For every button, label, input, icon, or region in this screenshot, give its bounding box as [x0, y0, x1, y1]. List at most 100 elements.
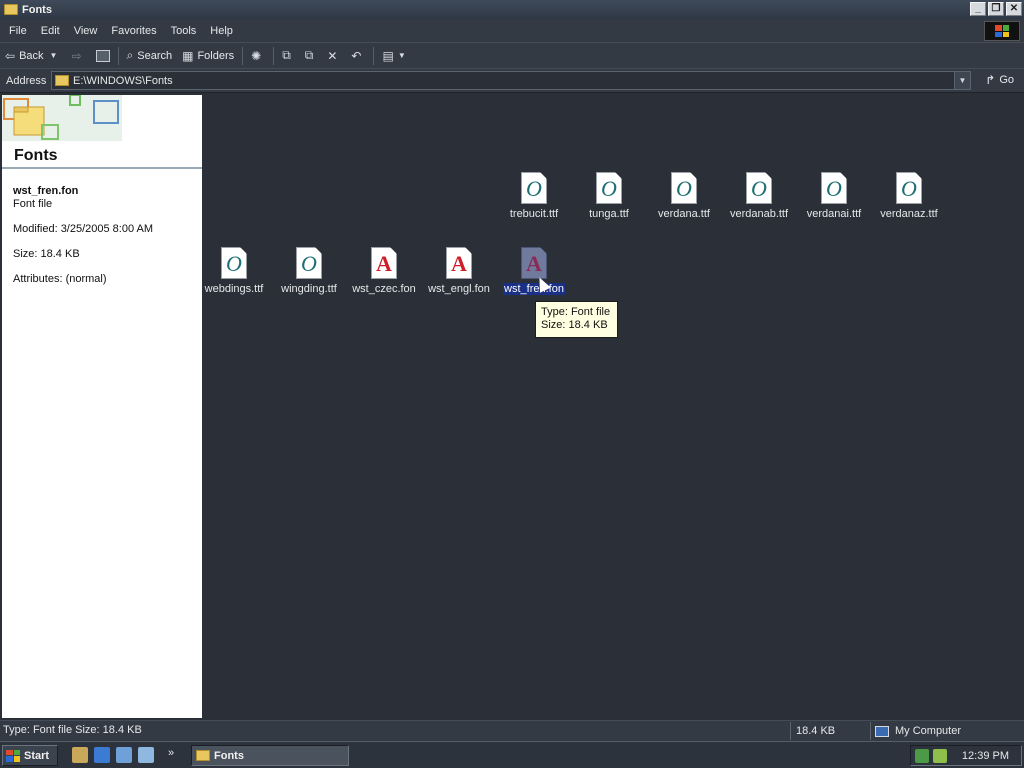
file-item[interactable]: A wst_engl.fon — [421, 247, 497, 295]
outlook-express-icon[interactable] — [116, 747, 132, 763]
move-to-button[interactable]: ⧉ — [277, 45, 300, 67]
file-item[interactable]: O webdings.ttf — [196, 247, 272, 295]
windows-flag-icon — [6, 749, 20, 762]
font-glyph: O — [826, 176, 842, 201]
go-button[interactable]: ↱ Go — [985, 73, 1014, 87]
fon-font-icon: A — [521, 247, 547, 279]
status-size: 18.4 KB — [790, 722, 870, 740]
file-list-view[interactable]: O trebucit.ttf O tunga.ttf O verdana.ttf… — [203, 95, 1024, 718]
ttf-font-icon: O — [896, 172, 922, 204]
file-item[interactable]: O wingding.ttf — [271, 247, 347, 295]
file-item[interactable]: O verdana.ttf — [646, 172, 722, 220]
task-label: Fonts — [214, 749, 244, 762]
start-button[interactable]: Start — [2, 745, 58, 766]
delete-button[interactable]: ✕ — [322, 45, 346, 67]
font-glyph: A — [526, 251, 542, 276]
file-item-selected[interactable]: A wst_fren.fon — [496, 247, 572, 295]
status-text: Type: Font file Size: 18.4 KB — [3, 724, 142, 736]
toolbar-divider — [242, 46, 244, 65]
detail-attributes: Attributes: (normal) — [13, 273, 107, 285]
windows-flag-icon — [995, 25, 1009, 37]
folders-button[interactable]: ▦ Folders — [177, 45, 239, 67]
file-item[interactable]: O tunga.ttf — [571, 172, 647, 220]
back-label: Back — [19, 49, 44, 62]
folder-icon — [196, 750, 210, 761]
font-glyph: O — [226, 251, 242, 276]
copy-to-button[interactable]: ⧉ — [300, 45, 323, 67]
file-item[interactable]: O trebucit.ttf — [496, 172, 572, 220]
minimize-button[interactable]: _ — [970, 2, 986, 16]
pane-title: Fonts — [14, 147, 58, 164]
file-item[interactable]: O verdanab.ttf — [721, 172, 797, 220]
taskbar-button-fonts[interactable]: Fonts — [191, 745, 349, 766]
pane-divider — [2, 167, 202, 169]
ttf-font-icon: O — [521, 172, 547, 204]
start-label: Start — [24, 749, 50, 762]
file-item[interactable]: O verdanaz.ttf — [871, 172, 947, 220]
window-title: Fonts — [22, 3, 52, 16]
tooltip-type: Type: Font file — [541, 306, 611, 318]
internet-explorer-icon[interactable] — [94, 747, 110, 763]
clock[interactable]: 12:39 PM — [962, 750, 1009, 762]
ttf-font-icon: O — [296, 247, 322, 279]
font-glyph: O — [901, 176, 917, 201]
quick-launch-more-button[interactable]: » — [168, 747, 174, 759]
network-icon[interactable] — [915, 748, 929, 763]
menu-view[interactable]: View — [67, 25, 105, 37]
file-item[interactable]: O verdanai.ttf — [796, 172, 872, 220]
go-label: Go — [999, 74, 1014, 86]
folders-icon: ▦ — [182, 48, 194, 63]
system-tray: 12:39 PM — [910, 745, 1022, 766]
file-name: wst_fren.fon — [503, 283, 565, 295]
file-name: verdanai.ttf — [806, 208, 862, 220]
close-button[interactable]: ✕ — [1006, 2, 1022, 16]
file-details: wst_fren.fon Font file Modified: 3/25/20… — [13, 185, 153, 286]
address-field[interactable]: E:\WINDOWS\Fonts ▼ — [51, 71, 971, 90]
back-arrow-icon: ⇦ — [5, 48, 16, 63]
address-path[interactable]: E:\WINDOWS\Fonts — [73, 75, 173, 87]
file-name: wst_czec.fon — [352, 283, 416, 295]
undo-button[interactable]: ↶ — [346, 45, 370, 67]
menu-file[interactable]: File — [0, 25, 34, 37]
fon-font-icon: A — [446, 247, 472, 279]
back-button[interactable]: ⇦ Back ▼ — [0, 45, 66, 67]
menu-edit[interactable]: Edit — [34, 25, 67, 37]
chevron-down-icon[interactable]: ▼ — [50, 51, 58, 60]
menu-favorites[interactable]: Favorites — [104, 25, 163, 37]
folder-icon — [4, 4, 18, 15]
toolbar-divider — [117, 46, 119, 65]
forward-arrow-icon: ⇨ — [71, 48, 82, 63]
search-icon: ⌕ — [126, 48, 134, 62]
maximize-button[interactable]: ❐ — [988, 2, 1004, 16]
address-dropdown-button[interactable]: ▼ — [954, 72, 970, 89]
file-name: trebucit.ttf — [509, 208, 559, 220]
menu-help[interactable]: Help — [203, 25, 240, 37]
font-glyph: O — [676, 176, 692, 201]
forward-button[interactable]: ⇨ — [66, 45, 90, 67]
up-button[interactable] — [91, 45, 115, 67]
window-controls: _ ❐ ✕ — [970, 2, 1022, 16]
menu-tools[interactable]: Tools — [164, 25, 204, 37]
address-bar: Address E:\WINDOWS\Fonts ▼ ↱ Go — [0, 69, 1024, 93]
standard-toolbar: ⇦ Back ▼ ⇨ ⌕ Search ▦ Folders ✺ ⧉ ⧉ ✕ ↶ … — [0, 43, 1024, 69]
undo-icon: ↶ — [351, 48, 362, 63]
show-desktop-icon[interactable] — [72, 747, 88, 763]
views-button[interactable]: ▤ ▼ — [377, 45, 414, 67]
sync-button[interactable]: ✺ — [246, 45, 270, 67]
views-icon: ▤ — [382, 48, 394, 63]
file-name: webdings.ttf — [204, 283, 264, 295]
file-item[interactable]: A wst_czec.fon — [346, 247, 422, 295]
ttf-font-icon: O — [821, 172, 847, 204]
detail-filename: wst_fren.fon — [13, 185, 79, 197]
move-to-icon: ⧉ — [282, 48, 291, 62]
file-name: wst_engl.fon — [428, 283, 490, 295]
search-button[interactable]: ⌕ Search — [122, 45, 178, 67]
security-icon[interactable] — [933, 748, 947, 763]
font-glyph: O — [301, 251, 317, 276]
go-arrow-icon: ↱ — [985, 73, 996, 87]
detail-type: Font file — [13, 198, 53, 210]
windows-explorer-icon[interactable] — [138, 747, 154, 763]
